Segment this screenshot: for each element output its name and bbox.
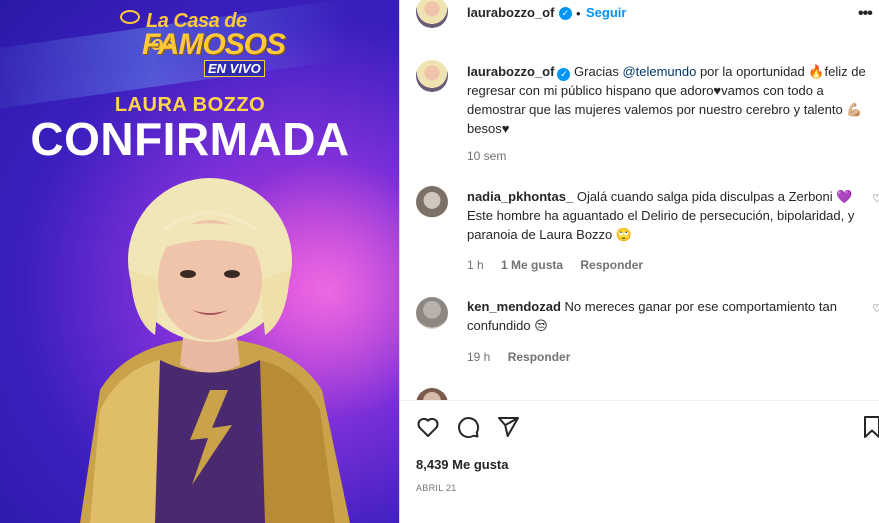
share-icon[interactable] [496, 415, 520, 439]
bookmark-icon[interactable] [860, 415, 879, 439]
comment-like-count[interactable]: 1 Me gusta [501, 258, 563, 272]
comment-avatar[interactable] [416, 186, 448, 218]
comment-time[interactable]: 1 h [467, 258, 484, 272]
follow-button[interactable]: Seguir [586, 5, 626, 20]
author-avatar[interactable] [416, 0, 448, 28]
comment-time[interactable]: 19 h [467, 350, 490, 364]
comment-username[interactable]: ken_mendozad [467, 299, 561, 314]
comment-meta: 19 h Responder [467, 350, 584, 364]
logo-line-2: FAMOSOS [142, 28, 286, 61]
post-header: laurabozzo_of ✓ • Seguir ••• [400, 0, 879, 30]
post-actions-bar: 8,439 Me gusta ABRIL 21 [400, 400, 879, 523]
like-count[interactable]: 8,439 Me gusta [416, 457, 509, 472]
post-image[interactable]: La Casa de los FAMOSOS EN VIVO LAURA BOZ… [0, 0, 399, 523]
caption-text: laurabozzo_of ✓ Gracias @telemundo por la… [467, 62, 867, 138]
reply-button[interactable]: Responder [580, 258, 643, 272]
verified-badge-icon: ✓ [559, 7, 572, 20]
post-date[interactable]: ABRIL 21 [416, 483, 457, 493]
caption-meta: 10 sem [467, 149, 520, 163]
comment-meta: 1 h 1 Me gusta Responder [467, 258, 657, 272]
mention-link[interactable]: @telemundo [622, 64, 696, 79]
caption-avatar[interactable] [416, 60, 448, 92]
media-headline: CONFIRMADA [30, 113, 350, 165]
comment-like-heart-icon[interactable]: ♡ [872, 192, 879, 205]
portrait-illustration [80, 178, 350, 523]
logo-line-3: EN VIVO [204, 60, 265, 77]
comment-icon[interactable] [456, 415, 480, 439]
heart-icon[interactable] [416, 415, 440, 439]
show-logo: La Casa de los FAMOSOS EN VIVO [118, 6, 286, 78]
header-separator: • [576, 6, 581, 21]
comment-item: nadia_pkhontas_ Ojalá cuando salga pida … [467, 187, 867, 244]
header-username[interactable]: laurabozzo_of [467, 5, 554, 20]
comment-item: ken_mendozad No mereces ganar por ese co… [467, 297, 867, 335]
caption-time[interactable]: 10 sem [467, 149, 506, 163]
reply-button[interactable]: Responder [508, 350, 571, 364]
eye-logo-icon [120, 10, 140, 24]
caption-text-before: Gracias [574, 64, 623, 79]
verified-badge-icon: ✓ [557, 68, 571, 81]
comment-username[interactable]: nadia_pkhontas_ [467, 189, 573, 204]
comment-avatar[interactable] [416, 297, 448, 329]
post-side-panel: laurabozzo_of ✓ • Seguir ••• laurabozzo_… [400, 0, 879, 523]
more-options-icon[interactable]: ••• [858, 5, 873, 23]
caption-username[interactable]: laurabozzo_of [467, 64, 554, 79]
comment-like-heart-icon[interactable]: ♡ [872, 302, 879, 315]
